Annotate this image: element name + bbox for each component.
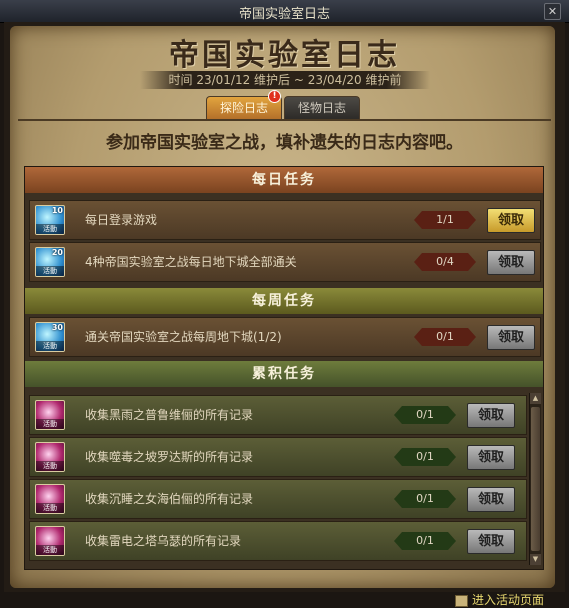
scrollbar[interactable]: ▲ ▼ [529,393,541,565]
section-header-weekly: 每周任务 [25,288,543,314]
claim-button[interactable]: 领取 [467,487,515,512]
progress-indicator: 0/1 [394,490,456,508]
quest-text: 收集雷电之塔乌瑟的所有记录 [85,534,242,548]
claim-button[interactable]: 领取 [467,445,515,470]
quest-text: 收集黑雨之普鲁维俪的所有记录 [85,408,254,422]
tab-divider [18,119,551,121]
link-box-icon [455,594,468,607]
claim-button[interactable]: 领取 [467,403,515,428]
progress-indicator: 0/4 [414,253,476,271]
subtitle: 参加帝国实验室之战，填补遗失的日志内容吧。 [106,133,463,153]
claim-button[interactable]: 领取 [487,325,535,350]
list-item: 20 活動 4种帝国实验室之战每日地下城全部通关 0/4 领取 [29,242,541,282]
list-item: 活動 收集雷电之塔乌瑟的所有记录 0/1 领取 [29,521,527,561]
icon-label: 活動 [36,224,64,234]
claim-button[interactable]: 领取 [467,529,515,554]
scroll-down-icon[interactable]: ▼ [530,554,541,565]
activity-pink-icon: 活動 [35,400,65,430]
icon-label: 活動 [36,503,64,513]
page-title: 帝国实验室日志 [169,38,400,73]
progress-indicator: 0/1 [394,406,456,424]
list-item: 30 活動 通关帝国实验室之战每周地下城(1/2) 0/1 领取 [29,317,541,357]
quest-text: 收集沉睡之女海伯俪的所有记录 [85,492,254,506]
scroll-thumb[interactable] [531,407,540,551]
section-header-daily: 每日任务 [25,167,543,193]
event-page-link[interactable]: 进入活动页面 [455,591,544,608]
icon-number: 30 [51,323,63,332]
window-title: 帝国实验室日志 [238,7,330,22]
close-icon[interactable]: ✕ [544,3,561,20]
scroll-up-icon[interactable]: ▲ [530,393,541,404]
progress-indicator: 0/1 [394,532,456,550]
tab-monster-log[interactable]: 怪物日志 [284,96,360,119]
list-item: 10 活動 每日登录游戏 1/1 领取 [29,200,541,240]
event-page-link-label: 进入活动页面 [472,593,545,607]
icon-label: 活動 [36,461,64,471]
quest-text: 每日登录游戏 [85,213,158,227]
activity-blue-icon: 30 活動 [35,322,65,352]
quest-text: 收集噬毒之坡罗达斯的所有记录 [85,450,254,464]
quest-text: 4种帝国实验室之战每日地下城全部通关 [85,255,297,269]
icon-label: 活動 [36,419,64,429]
window-titlebar: 帝国实验室日志 ✕ [0,0,569,23]
activity-blue-icon: 10 活動 [35,205,65,235]
event-time: 时间 23/01/12 维护后 ~ 23/04/20 维护前 [140,71,430,89]
list-item: 活動 收集黑雨之普鲁维俪的所有记录 0/1 领取 [29,395,527,435]
claim-button[interactable]: 领取 [487,250,535,275]
icon-label: 活動 [36,266,64,276]
list-item: 活動 收集沉睡之女海伯俪的所有记录 0/1 领取 [29,479,527,519]
progress-indicator: 1/1 [414,211,476,229]
activity-pink-icon: 活動 [35,484,65,514]
icon-label: 活動 [36,341,64,351]
progress-indicator: 0/1 [414,328,476,346]
icon-label: 活動 [36,545,64,555]
activity-pink-icon: 活動 [35,442,65,472]
progress-indicator: 0/1 [394,448,456,466]
section-header-cumulative: 累积任务 [25,361,543,387]
alert-badge: ! [268,90,281,103]
icon-number: 10 [51,206,63,215]
quest-text: 通关帝国实验室之战每周地下城(1/2) [85,330,282,344]
activity-pink-icon: 活動 [35,526,65,556]
activity-blue-icon: 20 活動 [35,247,65,277]
icon-number: 20 [51,248,63,257]
claim-button[interactable]: 领取 [487,208,535,233]
quest-panel: 每日任务 10 活動 每日登录游戏 1/1 领取 20 活動 4种帝国实验室之战… [24,166,544,570]
list-item: 活動 收集噬毒之坡罗达斯的所有记录 0/1 领取 [29,437,527,477]
